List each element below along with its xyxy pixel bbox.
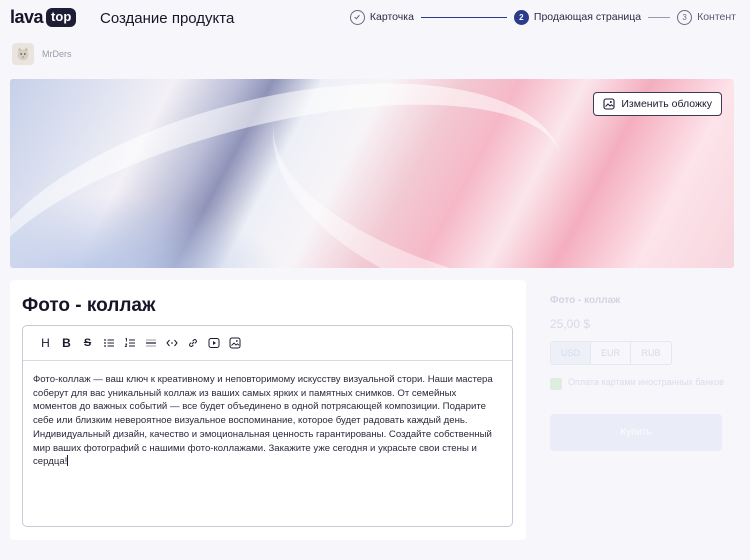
divider-icon[interactable] bbox=[140, 333, 161, 353]
author-name: MrDers bbox=[42, 49, 72, 59]
step-number: 2 bbox=[513, 9, 529, 25]
step-label: Продающая страница bbox=[533, 11, 642, 23]
code-icon[interactable] bbox=[161, 333, 182, 353]
text-caret bbox=[67, 455, 69, 467]
author: MrDers bbox=[12, 43, 72, 65]
avatar bbox=[12, 43, 34, 65]
logo-badge: top bbox=[46, 8, 77, 27]
bold-icon[interactable]: B bbox=[56, 333, 77, 353]
preview-price: 25,00 $ bbox=[550, 317, 591, 331]
buy-button[interactable]: Купить bbox=[550, 414, 722, 451]
link-icon[interactable] bbox=[182, 333, 203, 353]
image-icon[interactable] bbox=[224, 333, 245, 353]
description-editor[interactable]: H B S Фото-коллаж — ваш ключ к креативно… bbox=[22, 325, 513, 527]
image-edit-icon bbox=[603, 98, 615, 110]
preview-product-name: Фото - коллаж bbox=[550, 295, 621, 306]
change-cover-label: Изменить обложку bbox=[621, 98, 712, 110]
strikethrough-icon[interactable]: S bbox=[77, 333, 98, 353]
step-card[interactable]: Карточка bbox=[349, 9, 414, 25]
step-connector bbox=[648, 16, 671, 18]
top-bar: lava top Создание продукта Карточка 2 Пр… bbox=[0, 0, 750, 36]
check-icon bbox=[349, 9, 365, 25]
step-number: 3 bbox=[677, 9, 693, 25]
change-cover-button[interactable]: Изменить обложку bbox=[593, 92, 722, 116]
currency-usd[interactable]: USD bbox=[551, 342, 591, 364]
currency-switcher: USD EUR RUB bbox=[550, 341, 672, 365]
heading-icon[interactable]: H bbox=[35, 333, 56, 353]
description-text[interactable]: Фото-коллаж — ваш ключ к креативному и н… bbox=[23, 361, 512, 469]
description-content: Фото-коллаж — ваш ключ к креативному и н… bbox=[33, 374, 493, 468]
foreign-cards-note: Оплата картами иностранных банков bbox=[550, 376, 730, 390]
logo[interactable]: lava top bbox=[10, 7, 77, 28]
step-label: Контент bbox=[697, 11, 736, 23]
step-sales-page[interactable]: 2 Продающая страница bbox=[513, 9, 642, 25]
cover-image: Изменить обложку bbox=[10, 79, 734, 268]
credit-card-icon bbox=[550, 378, 562, 390]
numbered-list-icon[interactable] bbox=[119, 333, 140, 353]
product-preview-card: Фото - коллаж 25,00 $ USD EUR RUB Оплата… bbox=[536, 280, 734, 456]
currency-eur[interactable]: EUR bbox=[591, 342, 631, 364]
bullet-list-icon[interactable] bbox=[98, 333, 119, 353]
cat-avatar-icon bbox=[17, 47, 29, 61]
foreign-cards-text: Оплата картами иностранных банков bbox=[568, 377, 724, 387]
editor-toolbar: H B S bbox=[23, 326, 512, 361]
video-icon[interactable] bbox=[203, 333, 224, 353]
step-connector bbox=[420, 16, 507, 18]
stepper: Карточка 2 Продающая страница 3 Контент bbox=[349, 8, 736, 26]
product-title[interactable]: Фото - коллаж bbox=[22, 295, 155, 317]
product-editor-card: Фото - коллаж H B S Фото-коллаж — ваш кл… bbox=[10, 280, 526, 540]
page-title: Создание продукта bbox=[100, 10, 235, 27]
currency-rub[interactable]: RUB bbox=[631, 342, 671, 364]
logo-text: lava bbox=[10, 7, 44, 27]
step-content[interactable]: 3 Контент bbox=[677, 9, 736, 25]
step-label: Карточка bbox=[369, 11, 414, 23]
